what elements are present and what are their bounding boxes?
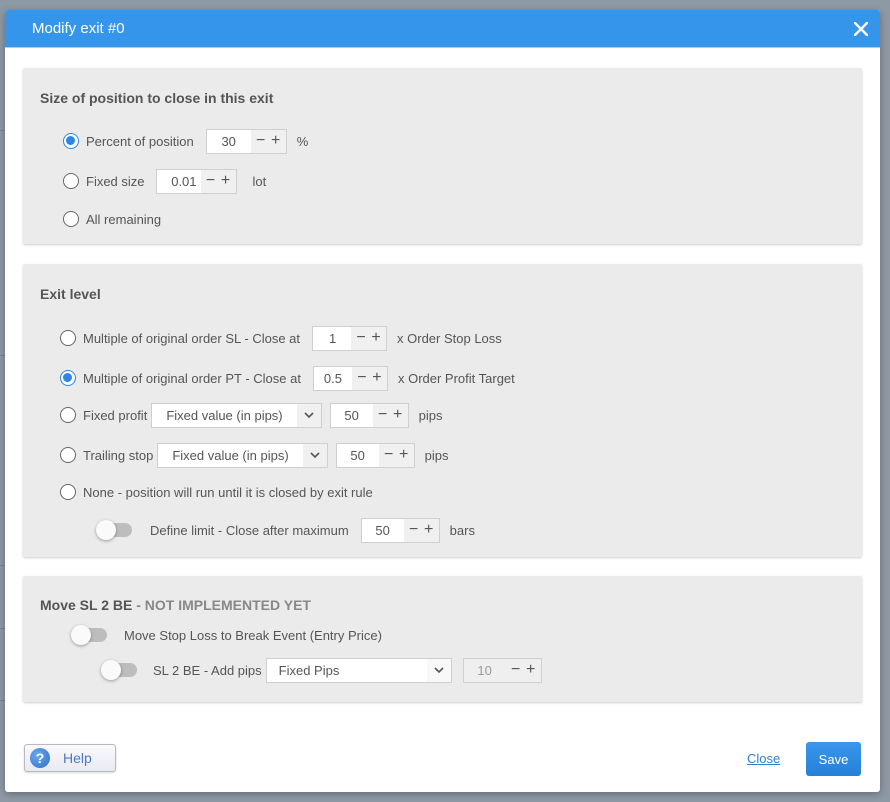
select-value: Fixed Pips — [278, 662, 340, 678]
fixed-size-row: Fixed size 0.01 − + lot — [63, 168, 267, 194]
save-button[interactable]: Save — [806, 742, 861, 776]
sl-multiple-unit: x Order Stop Loss — [397, 330, 502, 346]
define-limit-unit: bars — [449, 522, 475, 538]
fixed-size-label: Fixed size — [86, 173, 145, 189]
modify-exit-dialog: Modify exit #0 Size of position to close… — [5, 10, 880, 792]
pt-multiple-row: Multiple of original order PT - Close at… — [60, 365, 515, 391]
decrement-button[interactable]: − — [255, 133, 267, 149]
percent-of-position-row: Percent of position 30 − + % — [63, 128, 309, 154]
trailing-stop-input[interactable]: 50 — [336, 443, 379, 467]
all-remaining-row: All remaining — [63, 207, 161, 231]
none-radio[interactable] — [60, 484, 76, 500]
define-limit-input[interactable]: 50 — [361, 518, 404, 542]
move-sl-label: Move Stop Loss to Break Event (Entry Pri… — [124, 627, 382, 643]
add-pips-toggle[interactable] — [101, 660, 137, 680]
fixed-profit-label: Fixed profit — [83, 407, 148, 423]
add-pips-select[interactable]: Fixed Pips — [265, 657, 452, 683]
add-pips-input[interactable]: 10 — [463, 658, 506, 682]
fixed-profit-select[interactable]: Fixed value (in pips) — [151, 402, 322, 428]
add-pips-row: SL 2 BE - Add pips Fixed Pips 10 − + — [101, 657, 552, 683]
decrement-button[interactable]: − — [356, 370, 368, 386]
dialog-title: Modify exit #0 — [32, 20, 125, 37]
close-link[interactable]: Close — [747, 751, 780, 766]
increment-button[interactable]: + — [370, 330, 382, 346]
all-remaining-label: All remaining — [86, 211, 162, 227]
section-title-text: Move SL 2 BE — [40, 597, 133, 613]
trailing-stop-unit: pips — [424, 447, 449, 463]
decrement-button[interactable]: − — [377, 407, 389, 423]
select-value: Fixed value (in pips) — [166, 407, 283, 423]
add-pips-stepper: 10 − + — [462, 657, 542, 683]
percent-of-position-radio[interactable] — [63, 133, 79, 149]
sl-multiple-label: Multiple of original order SL - Close at — [83, 330, 301, 346]
fixed-profit-stepper: 50 − + — [329, 402, 409, 428]
chevron-down-icon — [302, 443, 327, 467]
sl-multiple-input[interactable]: 1 — [313, 326, 352, 350]
sl-multiple-radio[interactable] — [60, 330, 76, 346]
percent-unit: % — [296, 133, 309, 149]
fixed-profit-radio[interactable] — [60, 407, 76, 423]
fixed-profit-row: Fixed profit Fixed value (in pips) 50 − +… — [60, 402, 443, 428]
section-title: Size of position to close in this exit — [40, 90, 274, 106]
trailing-stop-select[interactable]: Fixed value (in pips) — [157, 442, 328, 468]
define-limit-row: Define limit - Close after maximum 50 − +… — [96, 517, 475, 543]
increment-button[interactable]: + — [270, 133, 282, 149]
decrement-button[interactable]: − — [355, 330, 367, 346]
trailing-stop-radio[interactable] — [60, 447, 76, 463]
dialog-header: Modify exit #0 — [5, 10, 880, 48]
none-label: None - position will run until it is clo… — [83, 484, 373, 500]
decrement-button[interactable]: − — [408, 522, 420, 538]
move-sl-row: Move Stop Loss to Break Event (Entry Pri… — [71, 623, 382, 647]
chevron-down-icon — [426, 658, 451, 682]
fixed-size-unit: lot — [252, 173, 267, 189]
not-implemented-warning: - NOT IMPLEMENTED YET — [132, 597, 311, 613]
chevron-down-icon — [296, 403, 321, 427]
sl-multiple-stepper: 1 − + — [312, 325, 388, 351]
increment-button[interactable]: + — [423, 522, 435, 538]
percent-input[interactable]: 30 — [206, 129, 251, 153]
help-question-icon: ? — [30, 748, 50, 768]
none-row: None - position will run until it is clo… — [60, 480, 373, 504]
fixed-size-input[interactable]: 0.01 — [156, 169, 201, 193]
select-value: Fixed value (in pips) — [172, 447, 289, 463]
fixed-size-stepper: 0.01 − + — [155, 168, 237, 194]
define-limit-toggle[interactable] — [96, 520, 132, 540]
pt-multiple-label: Multiple of original order PT - Close at — [83, 370, 301, 386]
sl-multiple-row: Multiple of original order SL - Close at… — [60, 325, 502, 351]
increment-button[interactable]: + — [220, 173, 232, 189]
all-remaining-radio[interactable] — [63, 211, 79, 227]
trailing-stop-row: Trailing stop Fixed value (in pips) 50 −… — [60, 442, 449, 468]
move-sl-2-be-section: Move SL 2 BE - NOT IMPLEMENTED YET Move … — [23, 576, 862, 702]
trailing-stop-stepper: 50 − + — [335, 442, 415, 468]
decrement-button[interactable]: − — [383, 447, 395, 463]
pt-multiple-radio[interactable] — [60, 370, 76, 386]
move-sl-toggle[interactable] — [71, 625, 107, 645]
fixed-profit-input[interactable]: 50 — [330, 403, 373, 427]
percent-stepper: 30 − + — [205, 128, 287, 154]
pt-multiple-stepper: 0.5 − + — [312, 365, 388, 391]
increment-button[interactable]: + — [525, 662, 537, 678]
decrement-button[interactable]: − — [205, 173, 217, 189]
fixed-size-radio[interactable] — [63, 173, 79, 189]
increment-button[interactable]: + — [398, 447, 410, 463]
close-x-icon[interactable] — [842, 10, 880, 48]
decrement-button[interactable]: − — [510, 662, 522, 678]
pt-multiple-unit: x Order Profit Target — [397, 370, 515, 386]
size-of-position-section: Size of position to close in this exit P… — [23, 68, 862, 244]
help-label: Help — [63, 750, 92, 766]
pt-multiple-input[interactable]: 0.5 — [313, 366, 352, 390]
exit-level-section: Exit level Multiple of original order SL… — [23, 264, 862, 557]
percent-of-position-label: Percent of position — [86, 133, 194, 149]
trailing-stop-label: Trailing stop — [83, 447, 154, 463]
add-pips-label: SL 2 BE - Add pips — [153, 662, 262, 678]
define-limit-label: Define limit - Close after maximum — [150, 522, 349, 538]
help-button[interactable]: ? Help — [24, 744, 116, 772]
section-title: Move SL 2 BE - NOT IMPLEMENTED YET — [40, 597, 311, 613]
increment-button[interactable]: + — [371, 370, 383, 386]
fixed-profit-unit: pips — [418, 407, 443, 423]
section-title: Exit level — [40, 286, 101, 302]
increment-button[interactable]: + — [392, 407, 404, 423]
define-limit-stepper: 50 − + — [360, 517, 440, 543]
